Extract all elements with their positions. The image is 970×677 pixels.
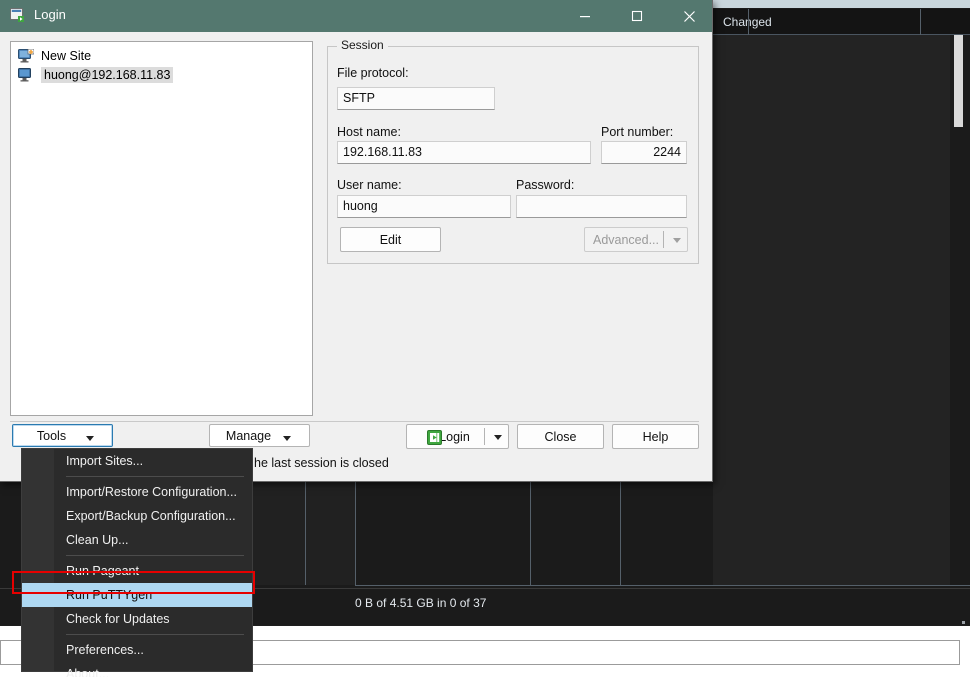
file-protocol-value: SFTP: [343, 91, 375, 105]
remote-column-header-changed[interactable]: Changed: [713, 9, 970, 35]
panel-gridline: [530, 480, 531, 585]
session-groupbox-legend: Session: [337, 38, 388, 52]
file-protocol-label: File protocol:: [337, 66, 409, 80]
login-dialog: Login New Site huong@192.168.11.83 Sessi…: [0, 0, 713, 482]
menu-separator: [66, 476, 244, 477]
footer-divider: [10, 421, 699, 422]
menu-item-clean-up[interactable]: Clean Up...: [22, 528, 252, 552]
login-icon: [427, 430, 442, 448]
advanced-button-label: Advanced...: [592, 232, 659, 247]
port-number-input[interactable]: 2244: [601, 141, 687, 164]
login-button-divider: [484, 428, 485, 445]
close-button[interactable]: [666, 0, 712, 32]
login-dialog-titlebar[interactable]: Login: [0, 0, 712, 32]
host-name-input[interactable]: 192.168.11.83: [337, 141, 591, 164]
menu-item-import-restore-configuration[interactable]: Import/Restore Configuration...: [22, 480, 252, 504]
file-protocol-select[interactable]: SFTP: [337, 87, 495, 110]
remote-scrollbar-thumb[interactable]: [954, 35, 963, 127]
user-name-input[interactable]: huong: [337, 195, 511, 218]
menu-separator: [66, 555, 244, 556]
menu-item-label: Run Pageant: [66, 564, 139, 578]
menu-item-label: Export/Backup Configuration...: [66, 509, 236, 523]
port-number-value: 2244: [653, 145, 681, 159]
tools-button-label: Tools: [36, 428, 67, 443]
user-name-value: huong: [343, 199, 378, 213]
close-button-label: Close: [544, 429, 577, 444]
help-button[interactable]: Help: [612, 424, 699, 449]
chevron-down-icon: [86, 436, 94, 441]
list-item-label: New Site: [41, 48, 92, 63]
list-item-new-site[interactable]: New Site: [14, 46, 309, 65]
sites-list[interactable]: New Site huong@192.168.11.83: [10, 41, 313, 416]
chevron-down-icon: [283, 436, 291, 441]
login-button[interactable]: Login: [406, 424, 509, 449]
minimize-button[interactable]: [562, 0, 608, 32]
login-dialog-title: Login: [34, 7, 66, 22]
menu-item-label: Check for Updates: [66, 612, 170, 626]
site-icon: [18, 67, 34, 82]
close-dialog-button[interactable]: Close: [517, 424, 604, 449]
menu-item-label: Import/Restore Configuration...: [66, 485, 237, 499]
remote-scrollbar-track[interactable]: [950, 35, 970, 585]
menu-item-check-for-updates[interactable]: Check for Updates: [22, 607, 252, 631]
host-name-value: 192.168.11.83: [343, 145, 423, 159]
local-file-list[interactable]: [250, 480, 355, 585]
panel-splitter[interactable]: [355, 478, 356, 586]
menu-item-run-puttygen[interactable]: Run PuTTYgen: [22, 583, 252, 607]
manage-button-label: Manage: [225, 428, 272, 443]
winscp-login-icon: [10, 8, 27, 24]
edit-button[interactable]: Edit: [340, 227, 441, 252]
column-divider[interactable]: [748, 9, 749, 35]
remote-file-list[interactable]: [713, 35, 950, 585]
edit-button-label: Edit: [379, 232, 402, 247]
menu-item-label: Run PuTTYgen: [66, 588, 153, 602]
password-label: Password:: [516, 178, 575, 192]
menu-item-export-backup-configuration[interactable]: Export/Backup Configuration...: [22, 504, 252, 528]
tools-button[interactable]: Tools: [12, 424, 113, 447]
menu-item-import-sites[interactable]: Import Sites...: [22, 449, 252, 473]
menu-item-preferences[interactable]: Preferences...: [22, 638, 252, 662]
port-number-label: Port number:: [601, 125, 674, 139]
menu-item-label: Clean Up...: [66, 533, 129, 547]
panel-gridline: [620, 480, 621, 585]
chevron-down-icon: [494, 435, 502, 440]
close-on-last-session-checkbox-label[interactable]: he last session is closed: [254, 456, 389, 470]
panel-bottom-rule: [355, 585, 970, 586]
user-name-label: User name:: [337, 178, 402, 192]
login-button-label: Login: [439, 429, 470, 444]
menu-item-about[interactable]: About...: [22, 662, 252, 677]
column-divider[interactable]: [920, 9, 921, 35]
host-name-label: Host name:: [337, 125, 401, 139]
menu-separator: [66, 634, 244, 635]
chevron-down-icon: [673, 238, 681, 243]
advanced-button[interactable]: Advanced...: [584, 227, 688, 252]
menu-item-label: Import Sites...: [66, 454, 144, 468]
help-button-label: Help: [642, 429, 669, 444]
menu-item-run-pageant[interactable]: Run Pageant: [22, 559, 252, 583]
manage-button[interactable]: Manage: [209, 424, 310, 447]
list-item-saved-site[interactable]: huong@192.168.11.83: [14, 65, 309, 84]
menu-item-label: About...: [66, 667, 110, 677]
status-bar-text: 0 B of 4.51 GB in 0 of 37: [355, 596, 487, 610]
advanced-button-divider: [663, 231, 664, 248]
panel-gridline: [305, 480, 306, 585]
status-bar: 0 B of 4.51 GB in 0 of 37: [355, 592, 863, 614]
new-site-icon: [18, 48, 35, 63]
maximize-button[interactable]: [614, 0, 660, 32]
list-item-label: huong@192.168.11.83: [41, 66, 174, 83]
menu-item-label: Preferences...: [66, 643, 144, 657]
tools-dropdown-menu[interactable]: Import Sites... Import/Restore Configurat…: [21, 448, 253, 677]
password-input[interactable]: [516, 195, 687, 218]
